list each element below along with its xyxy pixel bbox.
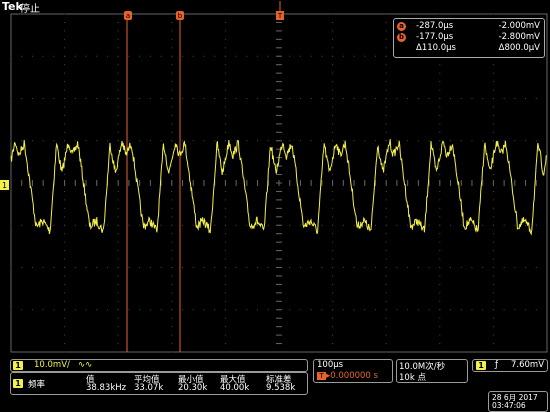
svg-text:b: b: [178, 12, 183, 20]
measurement-channel-badge: 1: [13, 379, 23, 388]
meas-stddev: 9.538k: [266, 383, 296, 393]
channel-1-trace: [10, 139, 547, 236]
cursor-b-label[interactable]: b: [176, 11, 184, 20]
cursor-a-badge: a: [397, 22, 406, 31]
meas-max: 40.00k: [220, 383, 250, 393]
trigger-slope-icon: ƒ: [495, 360, 498, 370]
timebase-box[interactable]: 100µs T ▸0.000000 s: [313, 359, 393, 383]
cursor-delta-row: Δ110.0µs Δ800.0µV: [394, 43, 544, 54]
measurement-name: 频率: [28, 380, 46, 390]
acquisition-box[interactable]: 10.0M次/秒 10k 点: [396, 359, 468, 383]
meas-mean: 33.07k: [134, 383, 164, 393]
cursor-b-badge: b: [397, 33, 406, 42]
time-text: 03:47:06: [492, 401, 526, 410]
trigger-position-icon: T: [317, 372, 326, 380]
graticule: [10, 13, 548, 353]
cursor-b-row: b -177.0µs -2.800mV: [394, 32, 544, 43]
svg-text:T: T: [277, 12, 283, 20]
channel-1-scale: 10.0mV/: [34, 360, 70, 370]
record-length: 10k 点: [399, 373, 426, 383]
trigger-box[interactable]: 1 ƒ 7.60mV: [472, 359, 548, 372]
meas-min: 20.30k: [178, 383, 208, 393]
cursor-a-value: -2.000mV: [498, 21, 541, 31]
cursor-a-row: a -287.0µs -2.000mV: [394, 21, 544, 32]
trigger-position-marker[interactable]: T: [276, 1, 284, 20]
cursor-a-label[interactable]: a: [124, 11, 132, 20]
status-bar: 1 10.0mV/ ∿∿ 1 频率 值 平均值 最小值 最大值 标准差 38.8…: [0, 355, 550, 412]
svg-text:a: a: [126, 12, 130, 20]
cursor-a-time: -287.0µs: [416, 21, 454, 31]
horizontal-scale: 100µs: [317, 360, 344, 370]
trigger-level: 7.60mV: [511, 360, 545, 370]
cursor-delta-time: Δ110.0µs: [416, 43, 456, 53]
meas-value: 38.83kHz: [86, 383, 127, 393]
datetime-box: 28 6月 2017 03:47:06: [488, 391, 548, 412]
coupling-icon: ∿∿: [78, 360, 93, 370]
channel-1-scale-box[interactable]: 1 10.0mV/ ∿∿: [10, 359, 308, 372]
trigger-source-badge: 1: [476, 361, 486, 370]
cursor-delta-value: Δ800.0µV: [498, 43, 540, 53]
measurement-box[interactable]: 1 频率 值 平均值 最小值 最大值 标准差 38.83kHz 33.07k 2…: [10, 372, 308, 395]
channel-1-badge: 1: [13, 361, 23, 370]
svg-text:1: 1: [2, 181, 7, 190]
cursor-b-value: -2.800mV: [498, 32, 541, 42]
horizontal-position: ▸0.000000 s: [326, 371, 378, 381]
channel-1-ground-marker[interactable]: 1: [0, 180, 9, 190]
cursor-readout: a -287.0µs -2.000mV b -177.0µs -2.800mV …: [393, 18, 545, 58]
cursor-b-time: -177.0µs: [416, 32, 454, 42]
